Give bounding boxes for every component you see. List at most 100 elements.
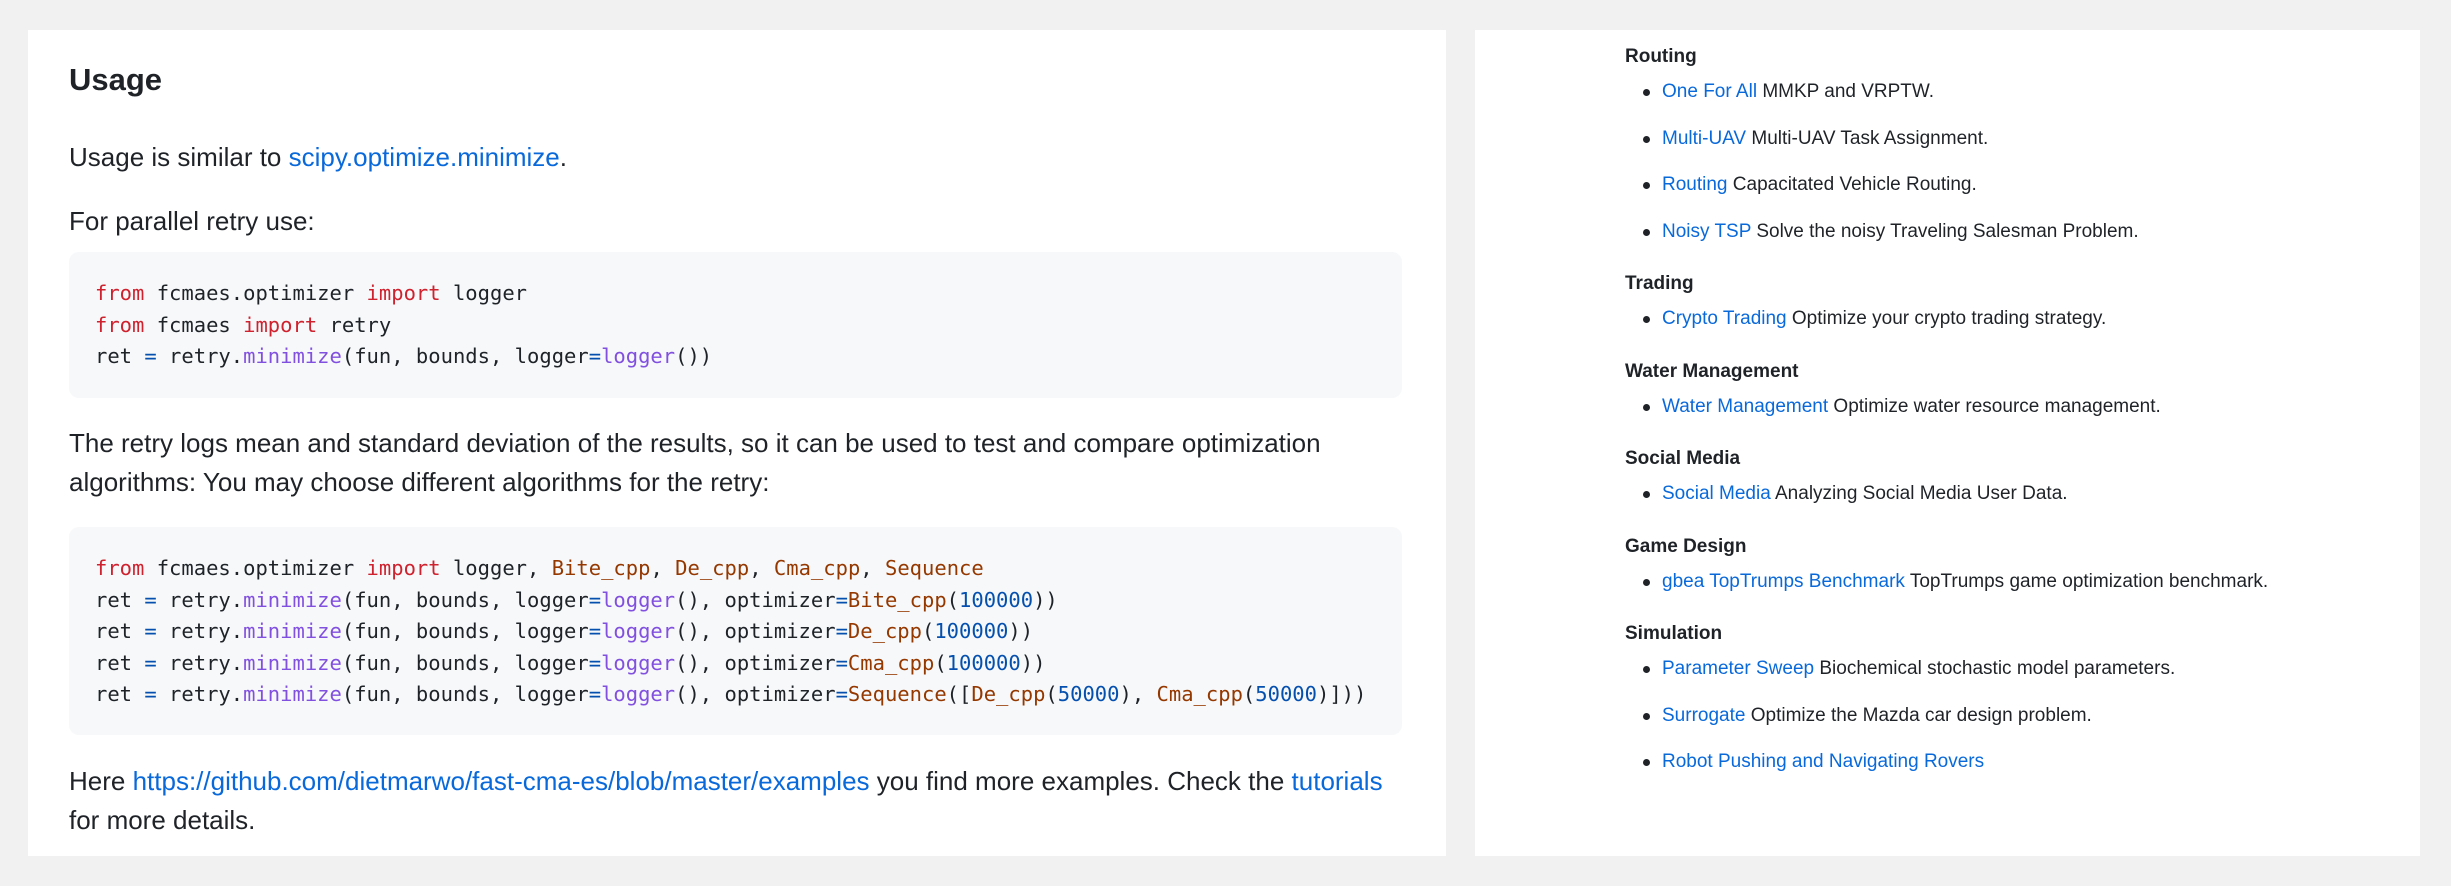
- code-token: 50000: [1255, 682, 1317, 706]
- retry-description-line1: The retry logs mean and standard deviati…: [69, 428, 1321, 458]
- example-link[interactable]: One For All: [1662, 81, 1757, 102]
- code-token: logger,: [440, 556, 552, 580]
- code-token: fcmaes.optimizer: [144, 556, 367, 580]
- example-description: Capacitated Vehicle Routing.: [1727, 174, 1977, 195]
- more-middle: you find more examples. Check the: [869, 766, 1292, 796]
- category-title: Routing: [1625, 46, 1697, 67]
- code-token: ,: [650, 556, 676, 580]
- code-token: (fun, bounds, logger: [341, 650, 589, 675]
- code-token: =: [588, 587, 602, 612]
- code-block-algorithms: from fcmaes.optimizer import logger, Bit…: [69, 527, 1402, 735]
- category-list: Parameter Sweep Biochemical stochastic m…: [1625, 656, 2175, 796]
- example-link[interactable]: Routing: [1662, 174, 1728, 195]
- code-token: ([: [946, 682, 972, 706]
- category-title: Simulation: [1625, 623, 1723, 644]
- code-token: (: [1045, 682, 1058, 706]
- code-token: )): [1033, 587, 1058, 612]
- code-token: retry.: [156, 682, 244, 706]
- list-item: Social Media Analyzing Social Media User…: [1625, 481, 2068, 528]
- scipy-minimize-link[interactable]: scipy.optimize.minimize: [289, 142, 560, 172]
- code-token: from: [95, 312, 145, 337]
- example-link[interactable]: Water Management: [1662, 396, 1828, 417]
- category-title: Social Media: [1625, 448, 1741, 469]
- example-description: Biochemical stochastic model parameters.: [1814, 658, 2176, 679]
- code-token: Sequence: [884, 556, 984, 580]
- code-token: (fun, bounds, logger: [341, 619, 589, 643]
- list-item: Parameter Sweep Biochemical stochastic m…: [1625, 656, 2175, 703]
- example-link[interactable]: Crypto Trading: [1662, 308, 1787, 329]
- code-token: (: [921, 619, 935, 643]
- more-prefix: Here: [69, 766, 133, 796]
- code-token: =: [835, 619, 848, 643]
- example-description: TopTrumps game optimization benchmark.: [1904, 570, 2269, 592]
- code-token: =: [588, 682, 602, 706]
- example-link[interactable]: Surrogate: [1662, 705, 1745, 726]
- code-token: Cma_cpp: [1156, 682, 1243, 706]
- code-token: )])): [1316, 682, 1367, 706]
- bullet-icon: [1643, 759, 1650, 766]
- code-token: logger: [601, 619, 676, 643]
- retry-description: The retry logs mean and standard deviati…: [69, 424, 1321, 502]
- code-token: fcmaes: [144, 312, 244, 337]
- code-token: Bite_cpp: [551, 556, 651, 580]
- code-token: (), optimizer: [675, 650, 836, 675]
- list-item: Multi-UAV Multi-UAV Task Assignment.: [1625, 126, 2139, 173]
- code-token: ret: [95, 587, 145, 612]
- tutorials-link[interactable]: tutorials: [1292, 766, 1383, 796]
- example-link[interactable]: Multi-UAV: [1662, 128, 1746, 149]
- code-token: (: [934, 650, 947, 675]
- code-token: ,: [749, 556, 774, 580]
- example-description: Solve the noisy Traveling Salesman Probl…: [1751, 220, 2139, 242]
- example-link[interactable]: Parameter Sweep: [1662, 658, 1814, 679]
- code-block-retry: from fcmaes.optimizer import logger from…: [69, 252, 1402, 398]
- code-token: from: [95, 281, 145, 305]
- code-algorithms: from fcmaes.optimizer import logger, Bit…: [95, 553, 1376, 711]
- code-token: from: [95, 556, 145, 580]
- code-token: De_cpp: [847, 619, 922, 643]
- bullet-icon: [1643, 228, 1650, 236]
- code-token: minimize: [243, 344, 342, 368]
- code-token: =: [144, 650, 157, 675]
- code-retry: from fcmaes.optimizer import logger from…: [95, 278, 1376, 373]
- code-token: =: [835, 650, 848, 675]
- code-token: (: [946, 587, 960, 612]
- code-token: Cma_cpp: [847, 650, 935, 675]
- bullet-icon: [1643, 578, 1650, 586]
- list-item: One For All MMKP and VRPTW.: [1625, 79, 2139, 126]
- list-item: Routing Capacitated Vehicle Routing.: [1625, 172, 2139, 219]
- code-token: De_cpp: [971, 682, 1046, 706]
- more-examples-text: Here https://github.com/dietmarwo/fast-c…: [69, 762, 1383, 840]
- bullet-icon: [1643, 316, 1650, 323]
- code-token: ret: [95, 344, 145, 368]
- list-item: Noisy TSP Solve the noisy Traveling Sale…: [1625, 219, 2139, 266]
- example-description: Optimize the Mazda car design problem.: [1745, 704, 2092, 726]
- code-token: ret: [95, 682, 145, 706]
- usage-intro: Usage is similar to scipy.optimize.minim…: [69, 138, 567, 177]
- code-token: minimize: [243, 682, 342, 706]
- code-token: retry.: [156, 619, 244, 643]
- code-token: ,: [860, 556, 885, 580]
- code-token: (), optimizer: [675, 587, 836, 612]
- examples-link[interactable]: https://github.com/dietmarwo/fast-cma-es…: [133, 766, 870, 796]
- category-list: Crypto Trading Optimize your crypto trad…: [1625, 306, 2106, 353]
- category-title: Trading: [1625, 273, 1694, 294]
- code-token: retry: [317, 312, 392, 337]
- example-description: Analyzing Social Media User Data.: [1770, 483, 2068, 504]
- code-token: minimize: [243, 619, 342, 643]
- code-token: retry.: [156, 587, 244, 612]
- example-link[interactable]: Robot Pushing and Navigating Rovers: [1662, 751, 1984, 772]
- usage-intro-prefix: Usage is similar to: [69, 142, 289, 172]
- bullet-icon: [1643, 403, 1650, 411]
- example-link[interactable]: gbea TopTrumps Benchmark: [1662, 571, 1905, 592]
- code-token: =: [588, 650, 602, 675]
- code-token: =: [144, 619, 157, 643]
- category-list: gbea TopTrumps Benchmark TopTrumps game …: [1625, 569, 2268, 616]
- example-link[interactable]: Noisy TSP: [1662, 221, 1751, 242]
- category-list: Water Management Optimize water resource…: [1625, 394, 2161, 441]
- bullet-icon: [1643, 712, 1650, 720]
- example-link[interactable]: Social Media: [1662, 483, 1771, 504]
- example-description: Multi-UAV Task Assignment.: [1746, 127, 1989, 149]
- code-token: import: [366, 556, 441, 580]
- code-token: ret: [95, 650, 145, 675]
- usage-heading: Usage: [69, 62, 163, 97]
